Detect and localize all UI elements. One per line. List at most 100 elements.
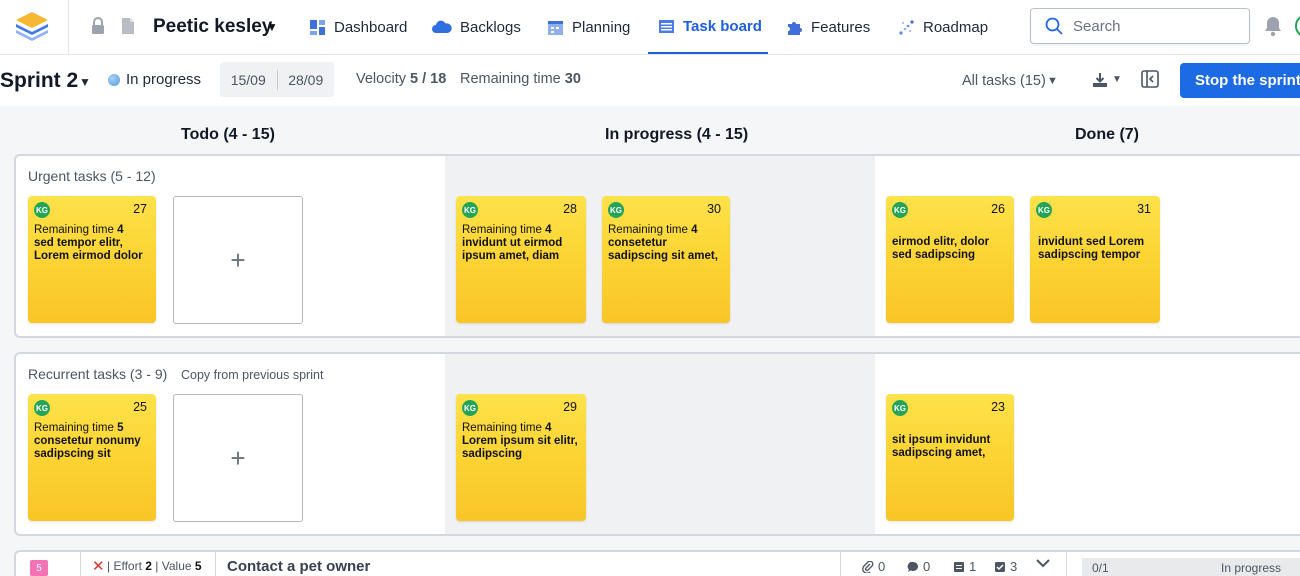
chevron-down-icon[interactable] — [1035, 556, 1051, 572]
task-card[interactable]: KG 26 eirmod elitr, dolor sed sadipscing — [886, 196, 1014, 323]
top-navigation: Peetic kesley ▼ Dashboard Backlogs Plann… — [0, 0, 1300, 55]
document-icon[interactable] — [120, 17, 136, 35]
avatar: KG — [892, 400, 908, 416]
roadmap-icon — [899, 19, 914, 35]
nav-dashboard-label: Dashboard — [334, 18, 408, 36]
task-card[interactable]: KG 23 sit ipsum invidunt sadipscing amet… — [886, 394, 1014, 521]
story-row[interactable]: 5 ✕ | Effort 2 | Value 5 Contact a pet o… — [14, 550, 1300, 576]
planning-icon — [548, 20, 563, 35]
task-card[interactable]: KG 30 Remaining time 4 consetetur sadips… — [602, 196, 730, 323]
checks-count[interactable]: 3 — [994, 559, 1017, 574]
card-remaining-value: 4 — [545, 224, 552, 236]
card-remaining-value: 4 — [691, 224, 698, 236]
card-number: 27 — [133, 202, 147, 216]
lock-icon[interactable] — [90, 17, 106, 35]
sprint-title[interactable]: Sprint 2 — [0, 69, 78, 93]
nav-task-board[interactable]: Task board — [648, 0, 768, 54]
card-remaining-label: Remaining time — [608, 224, 688, 236]
card-remaining: Remaining time 5 — [34, 422, 150, 435]
add-card-button[interactable]: + — [173, 394, 303, 522]
task-card[interactable]: KG 28 Remaining time 4 invidunt ut eirmo… — [456, 196, 586, 323]
sprint-dates[interactable]: 15/09 28/09 — [220, 62, 334, 97]
nav-features-label: Features — [811, 18, 871, 36]
row-divider — [215, 552, 216, 576]
chevron-down-icon[interactable]: ▼ — [1047, 75, 1058, 87]
search-box[interactable] — [1030, 8, 1250, 44]
card-text: eirmod elitr, dolor sed sadipscing — [892, 236, 990, 261]
column-header-done: Done (7) — [1075, 126, 1139, 143]
nav-roadmap[interactable]: Roadmap — [898, 0, 988, 54]
value-label: Value — [161, 559, 192, 573]
search-input[interactable] — [1073, 17, 1233, 35]
card-text: Lorem ipsum sit elitr, sadipscing — [462, 435, 578, 460]
tasks-count[interactable]: 1 — [953, 559, 976, 574]
progress-count: 0/1 — [1092, 561, 1109, 575]
velocity-value: 5 / 18 — [410, 71, 447, 87]
status-dot-icon — [108, 74, 120, 86]
story-id-badge: 5 — [30, 560, 48, 576]
comments-count[interactable]: 0 — [907, 559, 930, 574]
nav-backlogs[interactable]: Backlogs — [432, 0, 521, 54]
card-body: Remaining time 4 invidunt ut eirmod ipsu… — [462, 224, 580, 263]
card-remaining: Remaining time 4 — [34, 224, 150, 237]
attachments-count[interactable]: 0 — [862, 559, 885, 574]
nav-planning[interactable]: Planning — [547, 0, 630, 54]
card-remaining-label: Remaining time — [34, 224, 114, 236]
cloud-icon — [432, 20, 452, 33]
effort-value: 2 — [145, 559, 152, 573]
bell-icon[interactable] — [1263, 15, 1283, 37]
collapse-panel-icon[interactable] — [1141, 70, 1159, 88]
task-card[interactable]: KG 25 Remaining time 5 consetetur nonumy… — [28, 394, 156, 521]
avatar: KG — [34, 202, 50, 218]
row-divider — [80, 552, 81, 576]
card-remaining-label: Remaining time — [462, 422, 542, 434]
task-board: Todo (4 - 15) In progress (4 - 15) Done … — [0, 106, 1300, 576]
swimlane-recurrent: Recurrent tasks (3 - 9) Copy from previo… — [14, 352, 1300, 536]
task-filter[interactable]: All tasks (15) — [962, 73, 1046, 89]
velocity: Velocity 5 / 18 — [356, 71, 446, 87]
add-card-button[interactable]: + — [173, 196, 303, 324]
value-value: 5 — [194, 559, 202, 573]
task-card[interactable]: KG 29 Remaining time 4 Lorem ipsum sit e… — [456, 394, 586, 521]
lane-title[interactable]: Recurrent tasks (3 - 9) — [28, 366, 167, 382]
remaining-time: Remaining time 30 — [460, 71, 581, 87]
end-date: 28/09 — [288, 71, 324, 88]
swimlane-urgent: Urgent tasks (5 - 12) KG 27 Remaining ti… — [14, 154, 1300, 338]
chevron-down-icon[interactable]: ▼ — [1112, 74, 1122, 85]
column-header-in-progress: In progress (4 - 15) — [605, 126, 749, 143]
remaining-value: 30 — [564, 71, 581, 87]
task-card[interactable]: KG 31 invidunt sed Lorem sadipscing temp… — [1030, 196, 1160, 323]
user-avatar[interactable] — [1295, 14, 1300, 38]
checks-value: 3 — [1010, 559, 1018, 574]
copy-from-previous-sprint-link[interactable]: Copy from previous sprint — [181, 368, 323, 382]
close-icon[interactable]: ✕ — [92, 557, 105, 575]
nav-features[interactable]: Features — [786, 0, 870, 54]
avatar: KG — [462, 400, 478, 416]
column-header-todo: Todo (4 - 15) — [181, 126, 275, 143]
card-number: 30 — [707, 202, 721, 216]
card-body: Remaining time 4 sed tempor elitr, Lorem… — [34, 224, 150, 263]
puzzle-icon — [788, 21, 802, 35]
card-number: 31 — [1137, 202, 1151, 216]
story-title[interactable]: Contact a pet owner — [227, 558, 370, 575]
lane-title[interactable]: Urgent tasks (5 - 12) — [28, 168, 156, 184]
comments-value: 0 — [923, 559, 931, 574]
download-icon[interactable] — [1092, 72, 1108, 88]
card-text: invidunt ut eirmod ipsum amet, diam — [462, 237, 563, 262]
nav-planning-label: Planning — [572, 18, 631, 36]
row-divider — [1066, 552, 1067, 576]
chevron-down-icon[interactable]: ▼ — [266, 20, 278, 34]
expand-icon — [1036, 559, 1050, 568]
card-body: sit ipsum invidunt sadipscing amet, — [892, 434, 1008, 460]
project-name[interactable]: Peetic kesley — [153, 16, 272, 38]
card-text: consetetur nonumy sadipscing sit — [34, 435, 141, 460]
task-card[interactable]: KG 27 Remaining time 4 sed tempor elitr,… — [28, 196, 156, 323]
nav-dashboard[interactable]: Dashboard — [309, 0, 407, 54]
card-remaining-value: 4 — [117, 224, 124, 236]
app-logo-icon[interactable] — [14, 10, 50, 42]
search-icon — [1045, 17, 1063, 35]
card-remaining: Remaining time 4 — [608, 224, 724, 237]
chevron-down-icon[interactable]: ▼ — [79, 75, 91, 89]
card-number: 25 — [133, 400, 147, 414]
stop-sprint-button[interactable]: Stop the sprint — [1180, 63, 1300, 98]
